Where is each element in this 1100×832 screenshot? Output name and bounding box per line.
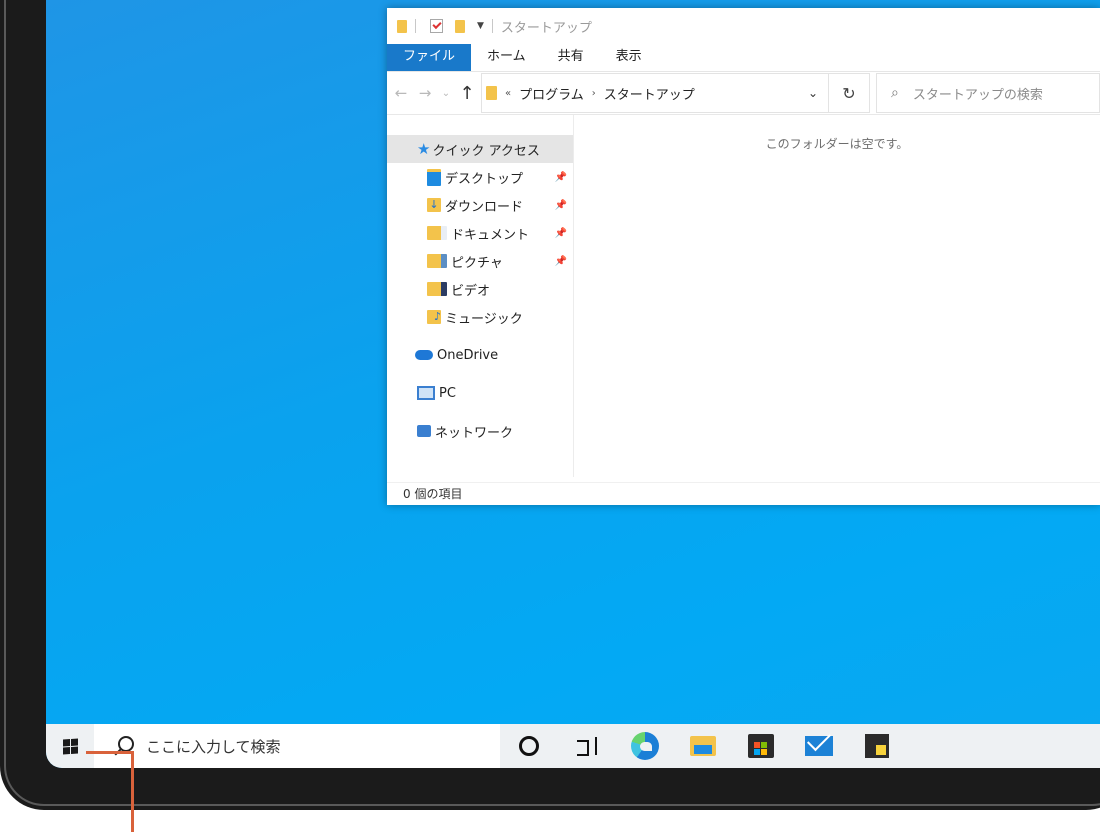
explorer-body: ★ クイック アクセス デスクトップ 📌 ↓ ダウンロード 📌 ドキュメント 📌 (387, 115, 1100, 477)
nav-videos[interactable]: ビデオ (387, 275, 573, 303)
nav-label: ドキュメント (451, 227, 530, 243)
callout-line (131, 751, 134, 832)
navigation-pane: ★ クイック アクセス デスクトップ 📌 ↓ ダウンロード 📌 ドキュメント 📌 (387, 115, 574, 477)
chevron-down-icon[interactable]: ⌄ (808, 86, 818, 100)
file-explorer-icon (690, 736, 716, 756)
star-icon: ★ (417, 140, 431, 158)
cortana-button[interactable] (500, 724, 558, 768)
properties-icon[interactable] (430, 19, 443, 33)
nav-label: OneDrive (437, 347, 499, 363)
windows-logo-icon (62, 737, 78, 755)
nav-documents[interactable]: ドキュメント 📌 (387, 219, 573, 247)
store-icon (748, 734, 774, 758)
address-bar-row: ← → ⌄ ↑ « プログラム › スタートアップ ⌄ ↻ ⌕ スタートアップの… (387, 72, 1100, 115)
nav-label: PC (439, 385, 456, 401)
file-explorer-button[interactable] (674, 724, 732, 768)
sticky-notes-button[interactable] (848, 724, 906, 768)
music-icon: ♪ (427, 310, 441, 324)
document-icon (427, 226, 447, 240)
nav-downloads[interactable]: ↓ ダウンロード 📌 (387, 191, 573, 219)
chevron-right-icon[interactable]: › (592, 88, 596, 99)
nav-desktop[interactable]: デスクトップ 📌 (387, 163, 573, 191)
edge-icon (631, 732, 659, 760)
search-input[interactable]: ⌕ スタートアップの検索 (876, 73, 1100, 113)
pin-icon: 📌 (554, 255, 567, 267)
tab-file[interactable]: ファイル (387, 44, 472, 71)
search-placeholder: スタートアップの検索 (912, 87, 1043, 103)
nav-label: ダウンロード (445, 199, 524, 215)
mail-icon (805, 736, 833, 756)
nav-onedrive[interactable]: OneDrive (387, 341, 573, 369)
task-view-button[interactable] (558, 724, 616, 768)
tab-view[interactable]: 表示 (600, 44, 658, 71)
back-arrow-icon[interactable]: ← (391, 84, 411, 102)
mail-button[interactable] (790, 724, 848, 768)
nav-pictures[interactable]: ピクチャ 📌 (387, 247, 573, 275)
breadcrumb-overflow[interactable]: « (505, 88, 511, 99)
download-icon: ↓ (427, 198, 441, 212)
item-count: 0 個の項目 (403, 487, 463, 501)
nav-label: デスクトップ (445, 171, 524, 187)
network-icon (417, 425, 431, 437)
new-folder-icon[interactable] (455, 19, 465, 33)
status-bar: 0 個の項目 (387, 482, 1100, 505)
window-title: スタートアップ (500, 20, 592, 36)
pc-icon (417, 386, 435, 400)
nav-pc[interactable]: PC (387, 379, 573, 407)
folder-icon (397, 19, 407, 33)
nav-label: ネットワーク (435, 425, 514, 441)
file-list-pane[interactable]: このフォルダーは空です。 (574, 115, 1100, 477)
up-arrow-icon[interactable]: ↑ (457, 83, 477, 104)
refresh-icon[interactable]: ↻ (829, 73, 870, 113)
nav-label: ピクチャ (451, 255, 503, 271)
pin-icon: 📌 (554, 171, 567, 183)
breadcrumb-startup[interactable]: スタートアップ (604, 84, 695, 103)
search-icon: ⌕ (891, 85, 899, 101)
start-button[interactable] (46, 724, 94, 768)
folder-icon (486, 86, 497, 100)
nav-music[interactable]: ♪ ミュージック (387, 303, 573, 331)
taskbar-search-placeholder: ここに入力して検索 (146, 737, 281, 756)
forward-arrow-icon[interactable]: → (415, 84, 435, 102)
empty-folder-message: このフォルダーは空です。 (765, 137, 909, 151)
nav-label: ビデオ (451, 283, 491, 299)
ribbon-tabs: ファイル ホーム 共有 表示 (387, 44, 1100, 72)
store-button[interactable] (732, 724, 790, 768)
file-explorer-window: ▼ スタートアップ ファイル ホーム 共有 表示 ← → ⌄ ↑ « プログラム… (387, 8, 1100, 505)
tab-home[interactable]: ホーム (471, 44, 542, 71)
nav-network[interactable]: ネットワーク (387, 417, 573, 445)
callout-line (86, 751, 134, 754)
address-bar[interactable]: « プログラム › スタートアップ ⌄ (481, 73, 829, 113)
customize-toolbar-dropdown[interactable]: ▼ (477, 21, 484, 31)
onedrive-icon (415, 350, 433, 360)
pin-icon: 📌 (554, 227, 567, 239)
taskbar: ここに入力して検索 (46, 724, 1100, 768)
pin-icon: 📌 (554, 199, 567, 211)
desktop-icon (427, 168, 441, 186)
video-icon (427, 282, 447, 296)
nav-label: クイック アクセス (432, 143, 540, 159)
edge-button[interactable] (616, 724, 674, 768)
taskbar-search-box[interactable]: ここに入力して検索 (94, 724, 500, 768)
recent-locations-icon[interactable]: ⌄ (439, 88, 453, 99)
desktop: ▼ スタートアップ ファイル ホーム 共有 表示 ← → ⌄ ↑ « プログラム… (46, 0, 1100, 768)
cortana-icon (519, 736, 539, 756)
sticky-notes-icon (865, 734, 889, 758)
picture-icon (427, 254, 447, 268)
breadcrumb-programs[interactable]: プログラム (519, 84, 584, 103)
nav-label: ミュージック (445, 311, 523, 327)
title-bar: ▼ スタートアップ (387, 8, 1100, 44)
task-view-icon (577, 737, 597, 756)
tab-share[interactable]: 共有 (542, 44, 600, 71)
nav-quick-access[interactable]: ★ クイック アクセス (387, 135, 573, 163)
